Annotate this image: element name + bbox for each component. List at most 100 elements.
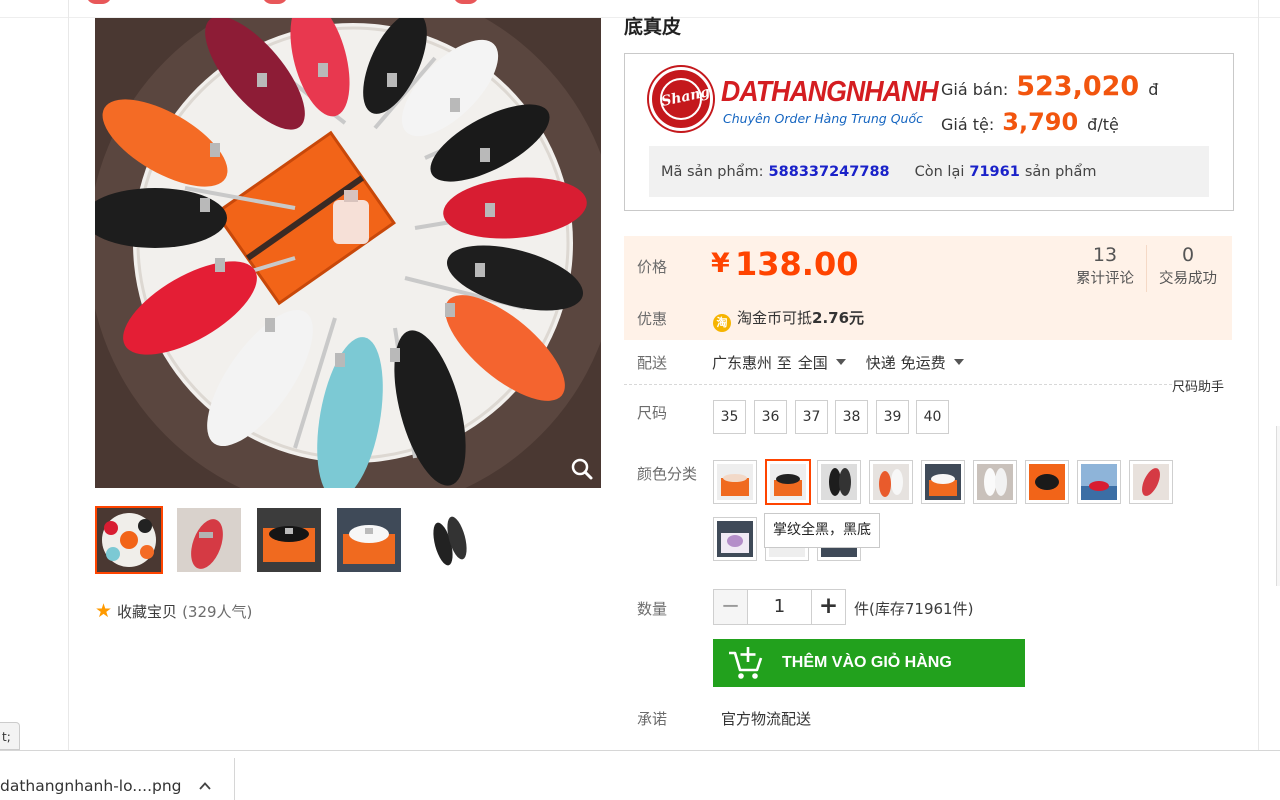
shipping-destination-select[interactable]: 全国 xyxy=(798,352,860,373)
thumbnail-4[interactable] xyxy=(335,506,403,574)
color-swatch[interactable] xyxy=(713,460,757,504)
stock-text: 件(库存71961件) xyxy=(854,600,974,618)
rate-value: 3,790 xyxy=(1002,108,1079,136)
stats-divider xyxy=(1146,245,1147,292)
price-panel: 价格 ¥ 138.00 13 累计评论 0 交易成功 优惠 淘淘金币可抵2.76… xyxy=(624,236,1232,340)
thumbnail-image xyxy=(177,508,241,572)
color-swatch[interactable] xyxy=(1129,460,1173,504)
promise-value: 官方物流配送 xyxy=(721,710,812,728)
brand-emblem-icon: Shang xyxy=(649,67,713,131)
product-title: 底真皮 xyxy=(624,16,682,38)
favorite-count: (329人气) xyxy=(182,603,253,621)
color-swatch[interactable] xyxy=(1077,460,1121,504)
chevron-up-icon[interactable] xyxy=(198,779,212,793)
thumbnail-5[interactable] xyxy=(415,506,483,574)
thumbnail-image xyxy=(257,508,321,572)
add-to-cart-label: THÊM VÀO GIỎ HÀNG xyxy=(782,654,952,671)
quantity-input[interactable]: 1 xyxy=(748,589,811,625)
sale-price-value: 523,020 xyxy=(1016,71,1140,102)
size-option[interactable]: 35 xyxy=(713,400,746,434)
content-border-left xyxy=(68,0,69,750)
color-tooltip: 掌纹全黑，黑底 xyxy=(764,513,880,548)
quantity-increase-button[interactable]: + xyxy=(811,589,846,625)
chevron-down-icon xyxy=(953,359,964,365)
color-swatch-selected[interactable] xyxy=(765,459,811,505)
exchange-rate-row: Giá tệ: 3,790 đ/tệ xyxy=(941,108,1119,136)
cart-add-icon xyxy=(729,647,763,679)
promo-text-prefix: 淘金币可抵 xyxy=(737,309,813,327)
star-icon: ★ xyxy=(95,600,113,622)
shipping-row: 广东惠州 至 全国 快递 免运费 xyxy=(712,352,978,373)
size-option[interactable]: 37 xyxy=(795,400,828,434)
promo-label: 优惠 xyxy=(637,310,668,328)
dashed-divider xyxy=(624,384,1172,385)
promo-text-value: 2.76元 xyxy=(812,309,865,327)
chevron-down-icon xyxy=(835,359,846,365)
zoom-icon[interactable] xyxy=(570,457,594,481)
price-label: 价格 xyxy=(637,258,668,276)
side-panel-edge xyxy=(1276,426,1280,586)
product-page: ★ 收藏宝贝 (329人气) 底真皮 Shang DATHANGNHANH Ch… xyxy=(0,0,1280,750)
color-swatch[interactable] xyxy=(869,460,913,504)
side-tooltip-fragment: t; xyxy=(0,722,20,750)
deals-count: 0 xyxy=(1181,244,1195,266)
content-border-right xyxy=(1258,0,1259,750)
main-product-image[interactable] xyxy=(95,18,601,488)
currency-symbol: ¥ xyxy=(711,248,730,279)
promise-label: 承诺 xyxy=(637,710,668,728)
reviews-label: 累计评论 xyxy=(1076,271,1134,287)
remaining-label: Còn lại xyxy=(914,163,965,180)
download-item-name[interactable]: dathangnhanh-lo....png xyxy=(0,777,182,795)
add-to-cart-button[interactable]: THÊM VÀO GIỎ HÀNG xyxy=(713,639,1025,687)
shipping-label: 配送 xyxy=(637,354,668,372)
favorite-link[interactable]: ★ 收藏宝贝 (329人气) xyxy=(95,601,252,622)
size-helper-link[interactable]: 尺码助手 xyxy=(1172,376,1224,395)
color-swatch[interactable] xyxy=(817,460,861,504)
taojinbi-coin-icon: 淘 xyxy=(713,314,731,332)
product-code-bar: Mã sản phẩm: 588337247788 Còn lại 71961 … xyxy=(649,146,1209,197)
deals-stat: 0 交易成功 xyxy=(1152,244,1224,288)
product-photo xyxy=(95,18,601,488)
color-swatch[interactable] xyxy=(921,460,965,504)
rate-unit: đ/tệ xyxy=(1087,115,1119,134)
brand-name: DATHANGNHANH xyxy=(721,76,939,108)
size-option[interactable]: 38 xyxy=(835,400,868,434)
thumbnail-1[interactable] xyxy=(95,506,163,574)
size-option[interactable]: 36 xyxy=(754,400,787,434)
brand-tagline: Chuyên Order Hàng Trung Quốc xyxy=(723,111,923,126)
color-swatch[interactable] xyxy=(1025,460,1069,504)
product-code-value: 588337247788 xyxy=(768,163,890,180)
size-option[interactable]: 39 xyxy=(876,400,909,434)
quantity-decrease-button[interactable]: − xyxy=(713,589,748,625)
color-label: 颜色分类 xyxy=(637,465,698,483)
thumbnail-image xyxy=(97,508,161,572)
thumbnail-3[interactable] xyxy=(255,506,323,574)
promo-text: 淘淘金币可抵2.76元 xyxy=(713,307,864,332)
price-amount: 138.00 xyxy=(735,245,859,283)
color-swatch[interactable] xyxy=(973,460,1017,504)
remaining-value: 71961 xyxy=(969,163,1020,180)
quantity-stepper: − 1 + xyxy=(713,589,846,625)
sale-price-unit: đ xyxy=(1148,80,1159,99)
shipping-method-select[interactable]: 快递 免运费 xyxy=(866,352,978,373)
sale-price-row: Giá bán: 523,020 đ xyxy=(941,71,1158,102)
size-label: 尺码 xyxy=(637,404,668,422)
size-option[interactable]: 40 xyxy=(916,400,949,434)
reviews-stat[interactable]: 13 累计评论 xyxy=(1066,244,1144,288)
top-decoration xyxy=(453,0,479,4)
shipping-from: 广东惠州 至 xyxy=(712,354,792,372)
reseller-price-box: Shang DATHANGNHANH Chuyên Order Hàng Tru… xyxy=(624,53,1234,211)
deals-label: 交易成功 xyxy=(1159,271,1217,287)
brand-logo: Shang DATHANGNHANH Chuyên Order Hàng Tru… xyxy=(649,67,939,135)
product-code-label: Mã sản phẩm: xyxy=(661,163,764,180)
sale-price-label: Giá bán: xyxy=(941,80,1009,99)
download-bar xyxy=(0,750,1280,800)
download-separator xyxy=(234,758,235,800)
top-decoration xyxy=(262,0,288,4)
quantity-label: 数量 xyxy=(637,600,668,618)
rate-label: Giá tệ: xyxy=(941,115,995,134)
remaining-unit: sản phẩm xyxy=(1024,163,1097,180)
reviews-count: 13 xyxy=(1092,244,1118,266)
color-swatch[interactable] xyxy=(713,517,757,561)
thumbnail-2[interactable] xyxy=(175,506,243,574)
